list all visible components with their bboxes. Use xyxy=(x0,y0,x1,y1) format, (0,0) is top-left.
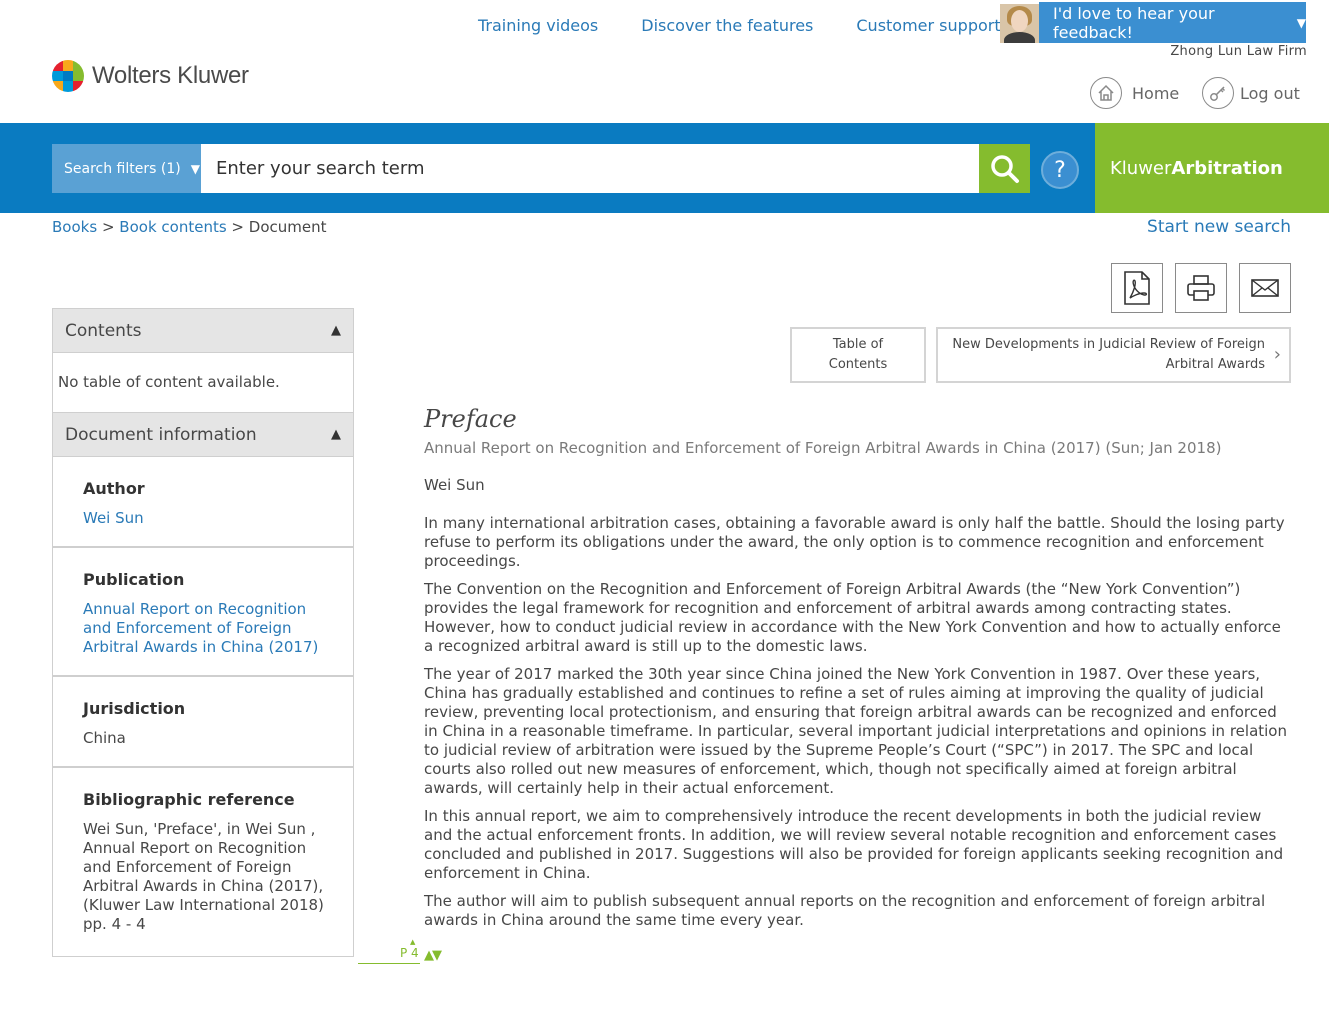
discover-features-link[interactable]: Discover the features xyxy=(641,16,813,35)
paragraph: The year of 2017 marked the 30th year si… xyxy=(424,665,1287,797)
document-subtitle: Annual Report on Recognition and Enforce… xyxy=(424,439,1222,457)
page-marker-label: P 4 xyxy=(400,946,419,960)
pdf-icon xyxy=(1124,271,1150,305)
start-new-search-link[interactable]: Start new search xyxy=(1147,217,1291,237)
logout-label: Log out xyxy=(1240,83,1300,103)
contents-empty-message: No table of content available. xyxy=(53,353,353,413)
document-info-label: Document information xyxy=(65,424,257,445)
chevron-down-icon: ▼ xyxy=(190,161,200,176)
author-title: Author xyxy=(83,479,145,498)
breadcrumb-book-contents[interactable]: Book contents xyxy=(119,218,226,236)
feedback-label: I'd love to hear your feedback! xyxy=(1053,3,1215,42)
publication-title: Publication xyxy=(83,570,185,589)
email-button[interactable] xyxy=(1239,263,1291,313)
search-icon xyxy=(990,154,1019,183)
page-up-icon: ▲ xyxy=(410,938,416,946)
logo-mark-icon xyxy=(52,60,84,92)
bibliographic-title: Bibliographic reference xyxy=(83,790,295,809)
help-icon: ? xyxy=(1054,157,1066,183)
print-icon xyxy=(1187,275,1215,301)
brand-name: Arbitration xyxy=(1171,157,1283,179)
next-label-line2: Arbitral Awards xyxy=(1165,357,1265,372)
customer-support-link[interactable]: Customer support xyxy=(856,16,1000,35)
contents-panel-header[interactable]: Contents ▲ xyxy=(53,309,353,353)
logo-tile xyxy=(62,60,74,71)
brand-prefix: Kluwer xyxy=(1110,157,1172,179)
page-marker: ▲ P 4 xyxy=(358,938,420,964)
kluwer-arbitration-brand[interactable]: Kluwer Arbitration xyxy=(1095,123,1329,213)
paragraph: In many international arbitration cases,… xyxy=(424,514,1285,570)
paragraph: The Convention on the Recognition and En… xyxy=(424,580,1281,655)
logo-tile xyxy=(52,81,63,92)
publication-link[interactable]: Annual Report on Recognition and Enforce… xyxy=(83,600,339,657)
toc-label-line1: Table of xyxy=(832,337,884,352)
email-icon xyxy=(1251,279,1279,297)
breadcrumb-current: Document xyxy=(248,218,327,236)
key-icon xyxy=(1202,77,1234,109)
next-chapter-button[interactable]: New Developments in Judicial Review of F… xyxy=(936,327,1291,383)
help-button[interactable]: ? xyxy=(1041,151,1079,189)
search-input[interactable] xyxy=(201,144,979,193)
paragraph: In this annual report, we aim to compreh… xyxy=(424,807,1284,882)
breadcrumb-separator: > xyxy=(231,218,244,236)
paragraph: The author will aim to publish subsequen… xyxy=(424,892,1266,929)
toc-label-line2: Contents xyxy=(828,357,888,372)
home-icon xyxy=(1090,77,1122,109)
triangle-up-icon[interactable]: ▲ xyxy=(424,948,434,963)
chevron-down-icon: ▼ xyxy=(1296,15,1306,30)
search-bar: Search filters (1) ▼ ? xyxy=(0,123,1095,213)
contents-label: Contents xyxy=(65,320,142,341)
jurisdiction-title: Jurisdiction xyxy=(83,699,186,718)
logo-tile xyxy=(52,70,63,82)
top-links: Training videos Discover the features Cu… xyxy=(478,16,1044,35)
author-link[interactable]: Wei Sun xyxy=(83,509,339,528)
document-author: Wei Sun xyxy=(424,476,485,494)
breadcrumb: Books > Book contents > Document xyxy=(52,218,327,236)
publication-section: Publication Annual Report on Recognition… xyxy=(53,546,353,675)
document-title: Preface xyxy=(424,405,517,433)
logo-text: Wolters Kluwer xyxy=(92,62,249,89)
wolters-kluwer-logo[interactable]: Wolters Kluwer xyxy=(52,60,249,92)
breadcrumb-books[interactable]: Books xyxy=(52,218,97,236)
table-of-contents-button[interactable]: Table of Contents xyxy=(790,327,926,383)
jurisdiction-value: China xyxy=(83,729,126,747)
next-label-line1: New Developments in Judicial Review of F… xyxy=(952,337,1265,352)
jurisdiction-section: Jurisdiction China xyxy=(53,675,353,766)
document-info-panel-header[interactable]: Document information ▲ xyxy=(53,413,353,457)
logout-link[interactable]: Log out xyxy=(1202,77,1300,109)
bibliographic-value: Wei Sun, 'Preface', in Wei Sun , Annual … xyxy=(83,820,324,933)
print-button[interactable] xyxy=(1175,263,1227,313)
pdf-button[interactable] xyxy=(1111,263,1163,313)
training-videos-link[interactable]: Training videos xyxy=(478,16,598,35)
page-nav-arrows[interactable]: ▲▼ xyxy=(424,948,442,963)
document-info-body: Author Wei Sun Publication Annual Report… xyxy=(53,457,353,956)
search-button[interactable] xyxy=(979,144,1030,193)
triangle-down-icon[interactable]: ▼ xyxy=(432,948,442,963)
breadcrumb-separator: > xyxy=(101,218,115,236)
home-label: Home xyxy=(1132,83,1180,103)
logo-tile xyxy=(73,60,84,71)
user-avatar[interactable] xyxy=(1000,4,1039,43)
logo-tile xyxy=(73,70,84,82)
logo-tile xyxy=(62,70,74,82)
logo-tile xyxy=(62,81,74,92)
logo-tile xyxy=(73,81,84,92)
logo-tile xyxy=(52,60,63,71)
collapse-triangle-icon[interactable]: ▲ xyxy=(331,323,341,338)
feedback-button[interactable]: I'd love to hear your feedback! ▼ xyxy=(1039,2,1306,43)
chevron-right-icon: › xyxy=(1273,344,1281,365)
firm-name: Zhong Lun Law Firm xyxy=(1170,44,1307,59)
collapse-triangle-icon[interactable]: ▲ xyxy=(331,427,341,442)
bibliographic-section: Bibliographic reference Wei Sun, 'Prefac… xyxy=(53,766,353,956)
sidebar: Contents ▲ No table of content available… xyxy=(52,308,354,957)
author-section: Author Wei Sun xyxy=(53,457,353,546)
document-content: Preface Annual Report on Recognition and… xyxy=(424,405,1294,930)
home-link[interactable]: Home xyxy=(1090,77,1179,109)
search-filters-label: Search filters (1) xyxy=(64,160,181,177)
search-filters-button[interactable]: Search filters (1) ▼ xyxy=(52,144,201,193)
